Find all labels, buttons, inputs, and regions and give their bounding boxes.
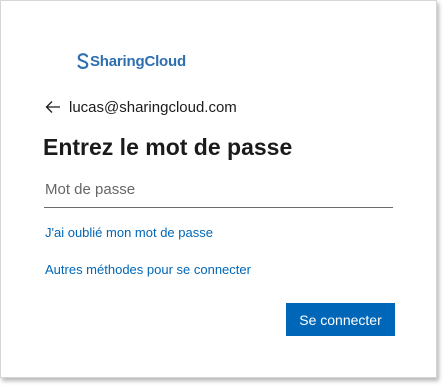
password-input[interactable] <box>44 173 394 205</box>
password-field-container <box>44 173 394 208</box>
identity-banner[interactable]: lucas@sharingcloud.com <box>45 97 237 117</box>
page-title: Entrez le mot de passe <box>43 134 293 160</box>
brand-logo-text: SharingCloud <box>90 52 186 70</box>
sign-in-card: SharingCloud lucas@sharingcloud.com Entr… <box>0 0 437 378</box>
brand-logo-mark-icon <box>77 53 89 69</box>
brand-logo: SharingCloud <box>77 51 186 71</box>
sign-in-button[interactable]: Se connecter <box>286 303 395 336</box>
identity-email: lucas@sharingcloud.com <box>69 98 237 116</box>
forgot-password-link[interactable]: J'ai oublié mon mot de passe <box>45 225 213 240</box>
arrow-left-icon[interactable] <box>45 100 61 114</box>
other-sign-in-methods-link[interactable]: Autres méthodes pour se connecter <box>45 262 251 277</box>
